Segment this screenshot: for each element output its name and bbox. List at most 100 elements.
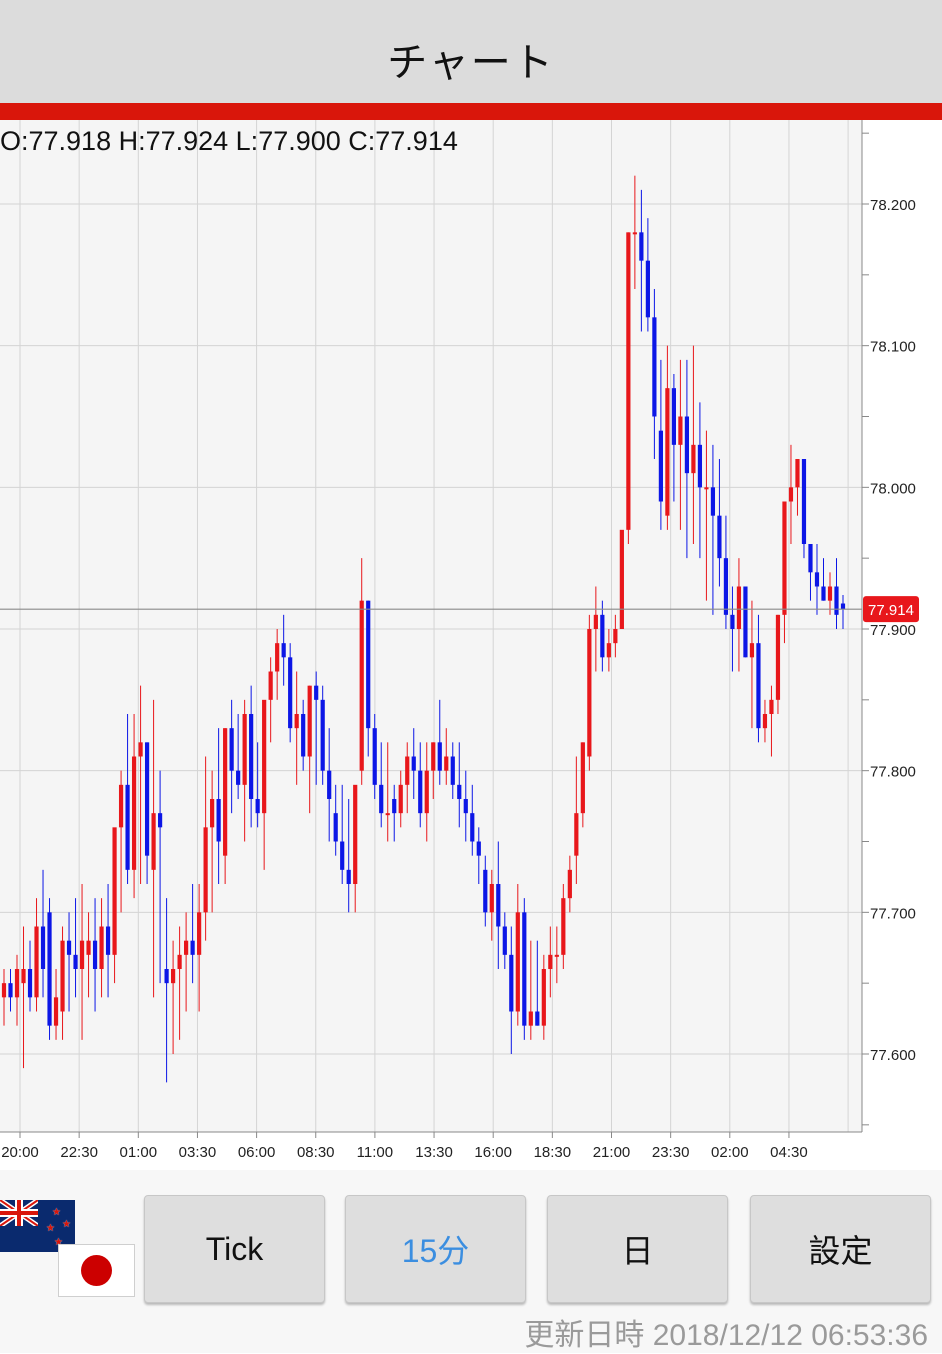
header-accent-bar: [0, 103, 942, 120]
bottom-toolbar: ★ ★ ★ ★ Tick 15分 日 設定 更新日時 2018/12/12 06…: [0, 1170, 942, 1353]
candle-body: [528, 1011, 533, 1026]
candle-body: [561, 898, 566, 955]
candle-body: [333, 813, 338, 842]
candle-body: [476, 841, 481, 856]
x-axis-label: 06:00: [238, 1144, 276, 1161]
candle-body: [580, 742, 585, 814]
candle-body: [366, 600, 371, 729]
candle-body: [92, 940, 98, 969]
candle-body: [275, 643, 280, 672]
candle-body: [645, 260, 650, 318]
15min-button[interactable]: 15分: [345, 1195, 526, 1303]
candle-body: [340, 841, 345, 870]
candle-body: [723, 558, 729, 615]
candle-body: [40, 926, 46, 969]
candle-body: [171, 969, 176, 984]
x-axis-label: 21:00: [593, 1144, 631, 1161]
candle-body: [203, 827, 208, 913]
candle-body: [105, 926, 111, 955]
x-axis-label: 18:30: [534, 1144, 572, 1161]
candle-body: [606, 643, 611, 658]
candle-body: [242, 714, 247, 785]
candle-body: [249, 714, 254, 799]
tick-button[interactable]: Tick: [144, 1195, 325, 1303]
candle-body: [398, 784, 403, 814]
candle-body: [281, 643, 286, 658]
candle-body: [197, 912, 202, 955]
candle-body: [138, 742, 143, 757]
x-axis-label: 16:00: [474, 1144, 512, 1161]
candle-body: [53, 997, 59, 1026]
candle-body: [736, 586, 742, 629]
candle-body: [21, 969, 26, 984]
star-icon: ★: [62, 1219, 71, 1230]
candle-body: [229, 728, 234, 771]
candle-body: [210, 799, 215, 828]
candle-body: [756, 643, 761, 729]
candle-body: [288, 657, 293, 729]
candle-body: [14, 969, 20, 998]
candle-body: [769, 699, 774, 714]
candle-body: [743, 586, 748, 658]
candle-body: [457, 784, 462, 799]
candle-body: [314, 685, 319, 700]
x-axis-label: 03:30: [179, 1144, 217, 1161]
candle-body: [385, 813, 390, 816]
candle-body: [483, 869, 488, 913]
candle-body: [574, 813, 579, 856]
candle-body: [567, 869, 572, 899]
candle-body: [639, 232, 644, 261]
candle-body: [164, 969, 169, 984]
candle-body: [541, 969, 546, 1026]
candle-body: [73, 954, 78, 969]
x-axis-label: 08:30: [297, 1144, 335, 1161]
candlestick-chart[interactable]: 78.200 78.100 78.000 77.900 77.800 77.700 77.6…: [0, 120, 942, 1170]
candle-body: [444, 756, 449, 771]
x-axis-label: 01:00: [120, 1144, 158, 1161]
candle-body: [678, 416, 683, 445]
jpy-flag-icon[interactable]: [58, 1244, 135, 1297]
candle-body: [223, 728, 228, 856]
candle-body: [470, 813, 475, 842]
candle-body: [144, 742, 150, 856]
candle-body: [762, 714, 768, 729]
candle-body: [684, 416, 690, 474]
candle-body: [704, 487, 709, 490]
candle-body: [671, 388, 676, 445]
candle-body: [151, 813, 156, 870]
candle-body: [379, 784, 384, 814]
x-axis-label: 13:30: [415, 1144, 453, 1161]
candle-body: [431, 742, 436, 771]
candle-body: [8, 983, 13, 998]
current-price-label: 77.914: [868, 602, 914, 619]
candle-body: [502, 926, 507, 955]
candle-body: [346, 869, 351, 884]
star-icon: ★: [52, 1207, 61, 1218]
candle-body: [79, 940, 85, 969]
candle-body: [255, 799, 260, 814]
settings-button[interactable]: 設定: [750, 1195, 931, 1303]
chart-panel[interactable]: 78.200 78.100 78.000 77.900 77.800 77.700 77.6…: [0, 120, 942, 1170]
candle-body: [587, 629, 592, 757]
candle-body: [548, 954, 553, 969]
candle-body: [619, 529, 624, 629]
candle-body: [814, 572, 820, 587]
union-jack-icon: [0, 1200, 38, 1226]
candle-body: [626, 232, 631, 530]
candle-body: [749, 643, 755, 658]
candle-body: [268, 671, 273, 700]
candle-body: [788, 487, 794, 502]
candle-body: [775, 614, 781, 700]
y-axis-label: 78.100: [870, 339, 916, 356]
candle-body: [554, 954, 559, 957]
y-axis-label: 77.700: [870, 905, 916, 922]
candle-body: [782, 501, 787, 615]
candle-body: [613, 629, 618, 644]
candle-body: [463, 799, 468, 814]
candle-body: [496, 884, 501, 927]
candle-body: [600, 614, 605, 658]
candle-body: [66, 940, 72, 955]
daily-button[interactable]: 日: [547, 1195, 728, 1303]
candle-body: [840, 603, 846, 610]
candle-body: [697, 444, 703, 488]
